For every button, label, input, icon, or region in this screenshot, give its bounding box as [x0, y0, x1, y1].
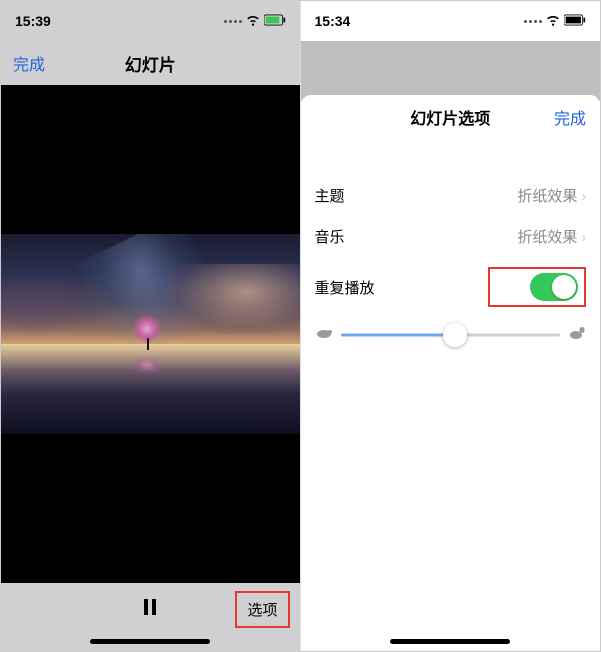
- options-screen: 15:34 幻灯片选项 完成 主题 折纸效果 › 音乐 折纸效果: [301, 1, 601, 651]
- slider-thumb[interactable]: [443, 323, 467, 347]
- status-bar: 15:34: [301, 1, 601, 41]
- battery-icon: [564, 13, 586, 29]
- done-button[interactable]: 完成: [13, 51, 45, 75]
- options-button[interactable]: 选项: [235, 591, 289, 628]
- repeat-row: 重复播放: [301, 257, 601, 317]
- music-row[interactable]: 音乐 折纸效果 ›: [301, 216, 601, 257]
- signal-icon: [524, 20, 542, 23]
- page-title: 幻灯片: [125, 51, 176, 76]
- status-bar: 15:39: [1, 1, 300, 41]
- battery-icon: [264, 13, 286, 29]
- settings-list: 主题 折纸效果 › 音乐 折纸效果 › 重复播放: [301, 175, 601, 359]
- home-indicator[interactable]: [1, 631, 300, 651]
- setting-label: 音乐: [315, 226, 345, 247]
- wifi-icon: [546, 13, 560, 30]
- setting-value: 折纸效果: [517, 226, 577, 247]
- status-time: 15:34: [315, 13, 351, 29]
- speed-slider[interactable]: [341, 325, 561, 345]
- sheet-backdrop[interactable]: [301, 41, 601, 101]
- chevron-right-icon: ›: [581, 188, 586, 204]
- playback-bar: 选项: [1, 583, 300, 631]
- repeat-toggle[interactable]: [530, 273, 578, 301]
- nav-bar: 完成 幻灯片: [1, 41, 300, 85]
- speed-slider-row: [301, 317, 601, 359]
- home-indicator[interactable]: [301, 631, 601, 651]
- theme-row[interactable]: 主题 折纸效果 ›: [301, 175, 601, 216]
- turtle-icon: [315, 326, 333, 345]
- signal-icon: [224, 20, 242, 23]
- sheet-nav: 幻灯片选项 完成: [301, 95, 601, 139]
- setting-label: 重复播放: [315, 277, 375, 298]
- slide-image: [1, 234, 300, 434]
- status-time: 15:39: [15, 13, 51, 29]
- status-icons: [224, 13, 286, 30]
- status-icons: [524, 13, 586, 30]
- slideshow-screen: 15:39 完成 幻灯片 选项: [1, 1, 301, 651]
- pause-button[interactable]: [144, 599, 156, 615]
- chevron-right-icon: ›: [581, 229, 586, 245]
- done-button[interactable]: 完成: [554, 105, 586, 129]
- highlight-box: [488, 267, 586, 307]
- slideshow-viewport[interactable]: [1, 85, 300, 583]
- setting-label: 主题: [315, 185, 345, 206]
- sheet-title: 幻灯片选项: [410, 105, 490, 129]
- setting-value: 折纸效果: [517, 185, 577, 206]
- wifi-icon: [246, 13, 260, 30]
- rabbit-icon: [568, 326, 586, 345]
